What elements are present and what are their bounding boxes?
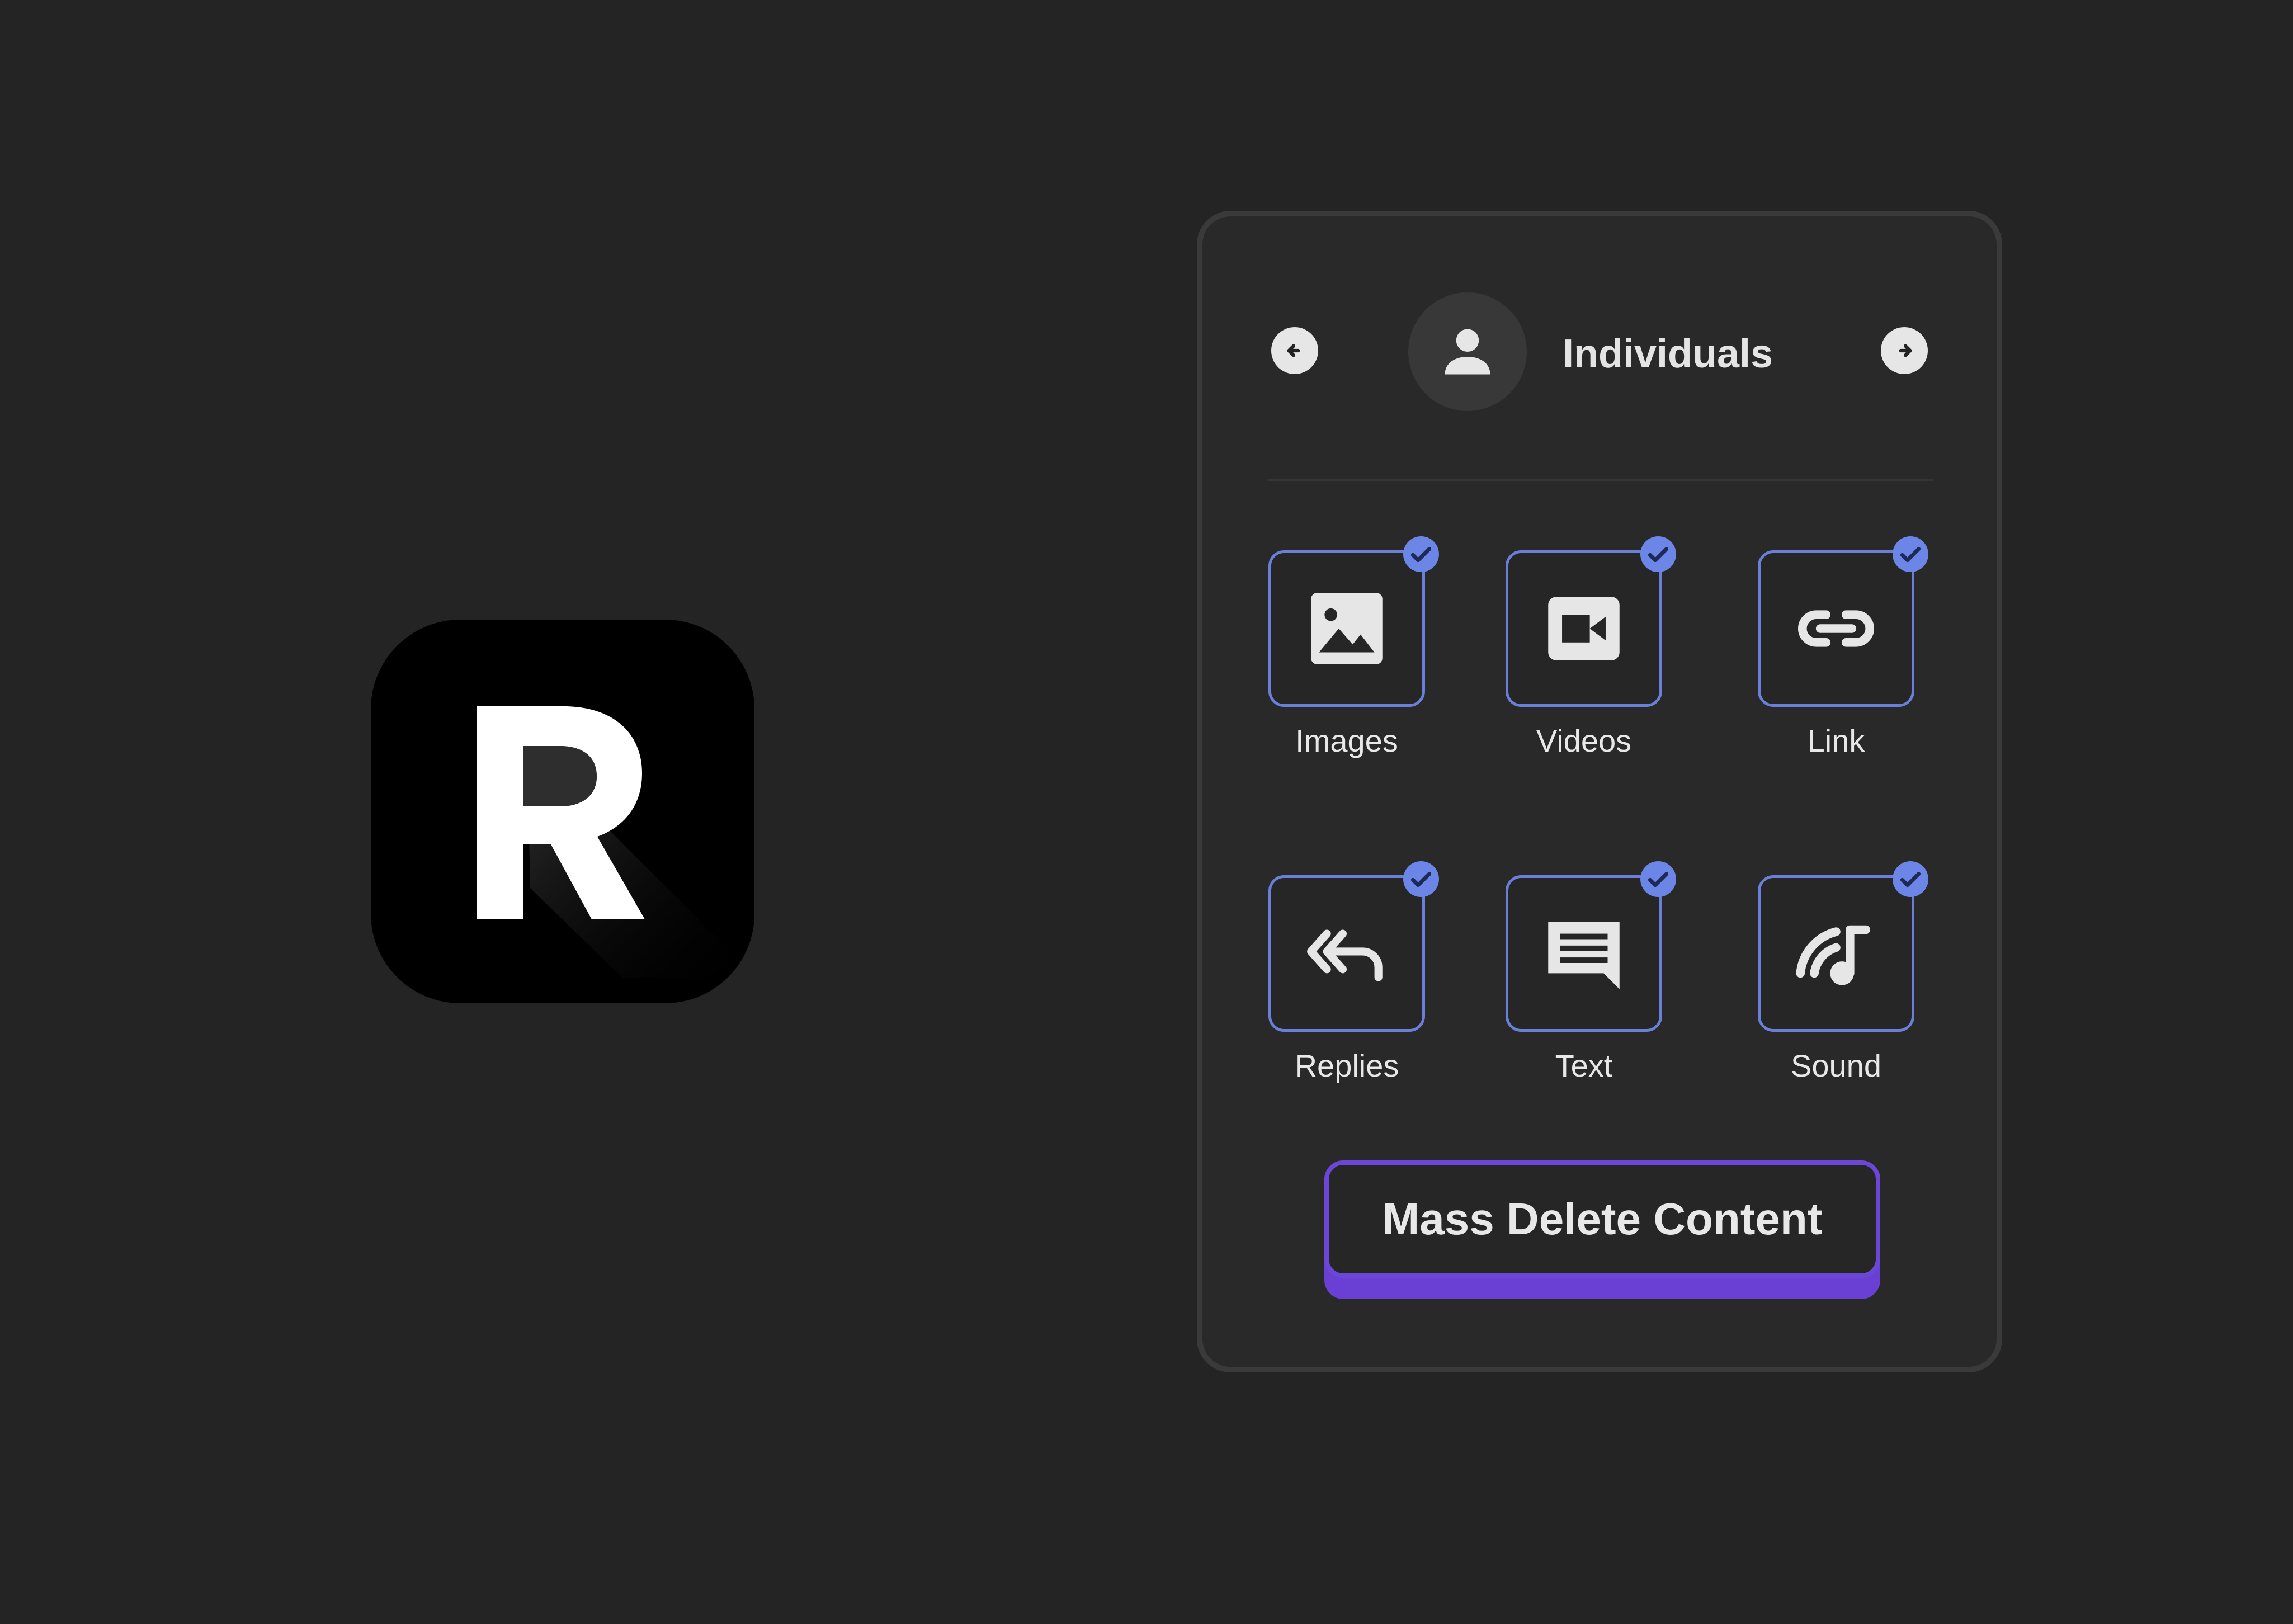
mass-delete-button[interactable]: Mass Delete Content (1324, 1160, 1880, 1278)
next-button[interactable] (1881, 327, 1928, 374)
message-text-icon (1548, 922, 1620, 989)
reply-all-icon (1307, 929, 1383, 981)
option-images-tile[interactable] (1268, 536, 1439, 707)
video-icon (1548, 597, 1620, 660)
logo-letter-r-icon (477, 706, 754, 978)
previous-button[interactable] (1271, 327, 1318, 374)
checked-badge (1893, 536, 1928, 572)
image-icon (1311, 593, 1383, 664)
divider (1268, 479, 1934, 481)
sound-icon (1796, 925, 1870, 985)
checkmark-icon (1648, 547, 1669, 563)
option-label: Replies (1294, 1048, 1399, 1083)
option-videos-tile[interactable] (1506, 536, 1676, 707)
checkmark-icon (1900, 547, 1921, 563)
checked-badge (1893, 861, 1928, 897)
arrow-right-icon (1899, 344, 1912, 357)
checked-badge (1403, 536, 1439, 572)
option-replies-tile[interactable] (1268, 861, 1439, 1032)
option-label: Text (1555, 1048, 1613, 1083)
checkmark-icon (1410, 547, 1432, 563)
arrow-left-icon (1287, 344, 1300, 357)
option-label: Images (1295, 723, 1398, 758)
checkmark-icon (1410, 872, 1432, 887)
checked-badge (1403, 861, 1439, 897)
link-icon (1798, 610, 1874, 647)
option-label: Sound (1791, 1048, 1881, 1083)
avatar (1408, 292, 1527, 411)
app-logo (371, 620, 754, 1003)
option-sound-tile[interactable] (1758, 861, 1928, 1032)
checked-badge (1640, 861, 1676, 897)
option-link-tile[interactable] (1758, 536, 1928, 707)
checked-badge (1640, 536, 1676, 572)
option-label: Link (1807, 723, 1865, 758)
option-text-tile[interactable] (1506, 861, 1676, 1032)
page-title: Individuals (1563, 332, 1773, 376)
checkmark-icon (1900, 872, 1921, 887)
user-icon (1445, 329, 1490, 375)
checkmark-icon (1648, 872, 1669, 887)
option-label: Videos (1536, 723, 1632, 758)
content-filter-panel: Individuals Images Videos Link Replies T… (1197, 211, 2002, 1372)
